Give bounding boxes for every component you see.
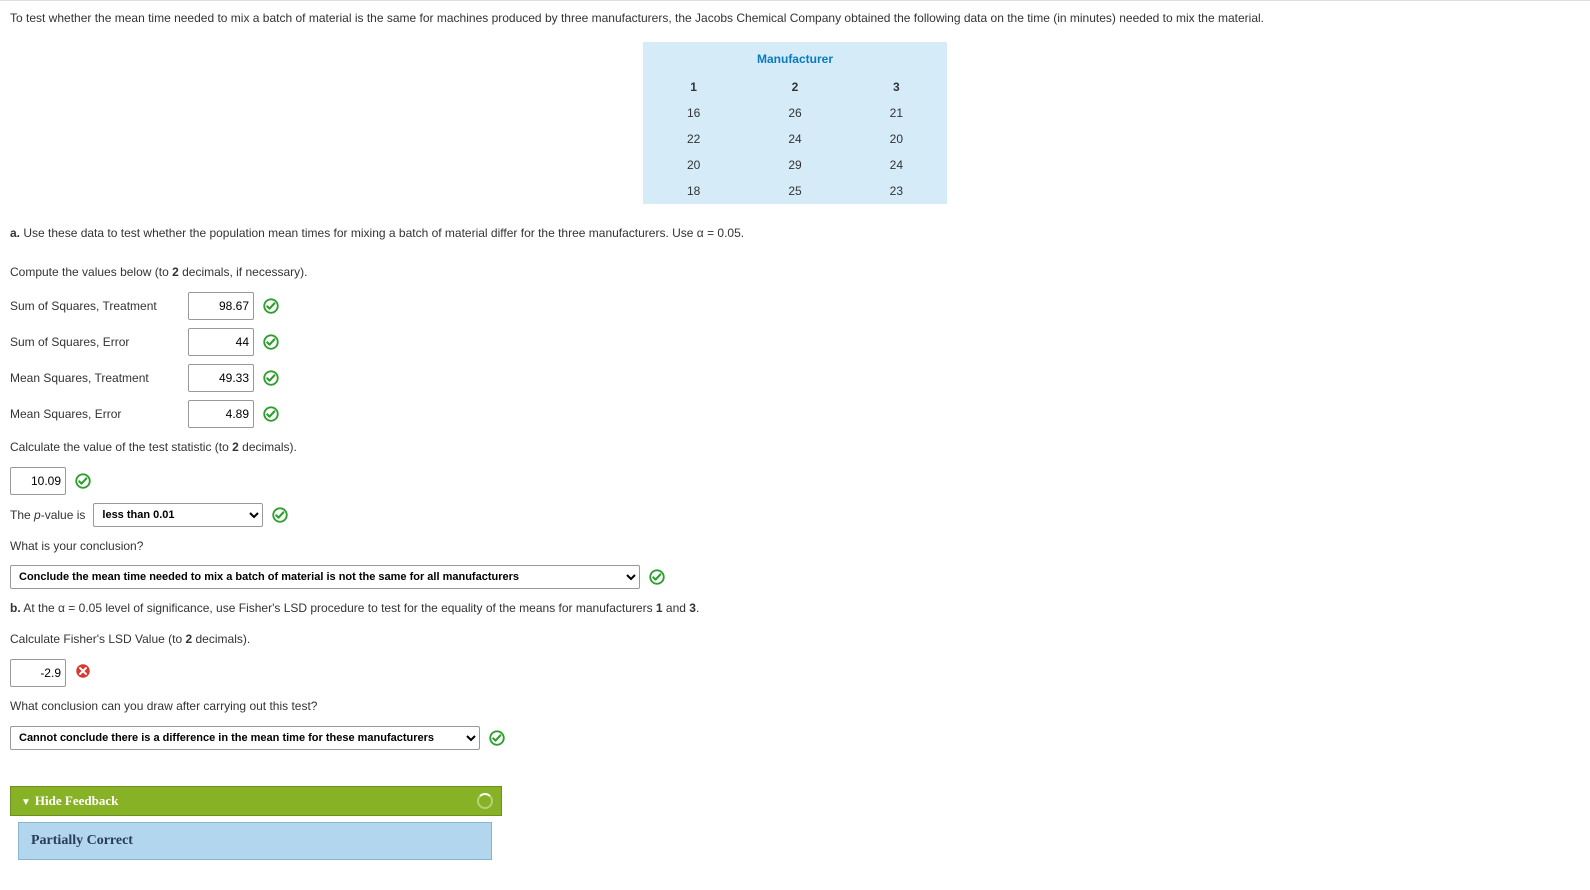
table-row: 202924 [643,152,947,178]
compute-instruction: Compute the values below (to 2 decimals,… [10,261,1580,284]
check-icon [648,568,666,586]
calc-lsd-label: Calculate Fisher's LSD Value (to 2 decim… [10,628,1580,651]
hide-feedback-button[interactable]: ▼ Hide Feedback [10,786,502,816]
col-2: 2 [744,74,845,100]
sst-label: Sum of Squares, Treatment [10,299,180,313]
calc-test-statistic-label: Calculate the value of the test statisti… [10,436,1580,459]
part-b-lead: b. [10,601,21,615]
sse-input[interactable] [188,328,254,356]
mst-label: Mean Squares, Treatment [10,371,180,385]
mse-label: Mean Squares, Error [10,407,180,421]
check-icon [271,506,289,524]
conclusion-b-select[interactable]: Cannot conclude there is a difference in… [10,726,480,750]
incorrect-icon [74,662,92,683]
sse-label: Sum of Squares, Error [10,335,180,349]
pvalue-label: The p-value is [10,508,85,522]
mse-input[interactable] [188,400,254,428]
table-row: 222420 [643,126,947,152]
conclusion-a-select[interactable]: Conclude the mean time needed to mix a b… [10,565,640,589]
check-icon [262,369,280,387]
part-b-text: b. At the α = 0.05 level of significance… [10,597,1580,620]
pvalue-select[interactable]: less than 0.01 [93,503,263,527]
conclusion-a-label: What is your conclusion? [10,535,1580,558]
check-icon [262,405,280,423]
table-col-header: 1 2 3 [643,74,947,100]
test-statistic-input[interactable] [10,467,66,495]
feedback-status: Partially Correct [18,822,492,860]
sst-input[interactable] [188,292,254,320]
mst-input[interactable] [188,364,254,392]
data-table: Manufacturer 1 2 3 162621 222420 202924 … [643,42,947,204]
feedback-header-label: Hide Feedback [35,793,118,808]
triangle-down-icon: ▼ [21,797,31,808]
check-icon [488,729,506,747]
check-icon [74,472,92,490]
check-icon [262,297,280,315]
problem-prompt: To test whether the mean time needed to … [10,9,1580,28]
col-3: 3 [846,74,947,100]
part-a-text: a. Use these data to test whether the po… [10,222,1580,245]
part-a-lead: a. [10,226,20,240]
table-header: Manufacturer [643,42,947,74]
col-1: 1 [643,74,744,100]
check-icon [262,333,280,351]
lsd-input[interactable] [10,659,66,687]
conclusion-b-label: What conclusion can you draw after carry… [10,695,1580,718]
spinner-icon [477,793,493,809]
table-row: 182523 [643,178,947,204]
table-row: 162621 [643,100,947,126]
